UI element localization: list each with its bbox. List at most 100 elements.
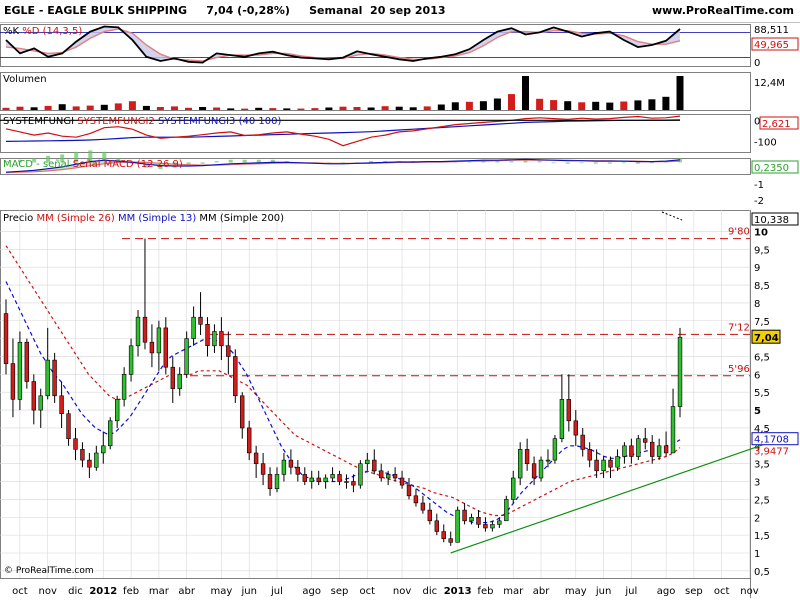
fungi-title-part: SYSTEMFUNGI	[3, 116, 77, 127]
chart-title: EGLE - EAGLE BULK SHIPPING 7,04 (-0,28%)…	[4, 4, 446, 17]
fungi-title-part: SYSTEMFUNGI2	[77, 116, 158, 127]
date-tick-label: nov	[393, 586, 411, 597]
candle-body	[87, 459, 92, 468]
date-tick-label: ago	[657, 586, 676, 597]
volume-bar	[550, 100, 558, 110]
fungi-tick-0: 0	[754, 116, 760, 127]
candle-body	[622, 445, 627, 457]
candle-body	[163, 327, 168, 368]
volume-bar	[578, 102, 586, 110]
candle-body	[267, 474, 273, 489]
candle-body	[392, 474, 398, 479]
volume-bar	[451, 102, 459, 110]
candle-body	[434, 520, 439, 532]
price-title-part: MM (Simple 26)	[36, 213, 117, 224]
volume-bar	[128, 101, 136, 110]
candle-body	[205, 323, 210, 346]
volume-bar	[2, 107, 10, 110]
macd-histogram-bar	[607, 162, 612, 164]
candle-body	[115, 399, 120, 422]
sma26-line	[5, 245, 681, 517]
volume-bar	[493, 98, 501, 110]
date-tick-label: oct	[12, 586, 28, 597]
candle-body	[642, 438, 648, 443]
candle-body	[483, 524, 488, 529]
volume-bar	[620, 101, 628, 110]
volume-bar	[142, 105, 150, 110]
macd-title-part: Señal MACD (12 26 9)	[73, 159, 183, 170]
candle-body	[66, 413, 71, 440]
stoch-last-d: 49,965	[754, 40, 789, 51]
volume-bar	[606, 102, 614, 110]
candle-body	[10, 363, 16, 400]
stoch-k-line	[5, 25, 681, 64]
candle-body	[253, 452, 259, 464]
date-tick-label: sep	[685, 586, 703, 597]
volume-bar	[648, 99, 656, 110]
candle-body	[406, 484, 412, 497]
volume-bar	[297, 108, 305, 110]
candle-body	[344, 481, 349, 483]
sma13-label: 4,1708	[754, 435, 789, 446]
volume-bar	[325, 107, 333, 110]
sma13-line	[5, 281, 681, 524]
price-tick-label: 2	[754, 513, 760, 524]
volume-bar	[381, 106, 389, 110]
candle-body	[497, 520, 502, 525]
volume-bar	[367, 107, 375, 110]
fungi-last: 2,621	[762, 119, 791, 130]
volume-bar	[353, 107, 361, 110]
candle-body	[524, 449, 530, 464]
volume-bar	[479, 101, 487, 110]
date-tick-label: feb	[123, 586, 139, 597]
macd-histogram-bar	[537, 161, 542, 163]
fungi-title: SYSTEMFUNGI SYSTEMFUNGI2 SYSTEMFUNGI3 (4…	[3, 116, 281, 127]
candle-body	[677, 336, 683, 407]
volume-bar	[409, 107, 417, 110]
candle-body	[413, 495, 419, 504]
sma26-label: 3,9477	[754, 447, 789, 458]
price-tick-label: 5,5	[754, 388, 770, 399]
copyright-text: © ProRealTime.com	[4, 566, 94, 576]
volume-bar	[114, 103, 122, 110]
price-title: Precio MM (Simple 26) MM (Simple 13) MM …	[3, 213, 284, 224]
date-tick-label: nov	[740, 586, 758, 597]
candle-body	[670, 406, 676, 454]
date-tick-label: dic	[423, 586, 438, 597]
macd-histogram-bar	[565, 162, 570, 164]
date-tick-label: sep	[331, 586, 349, 597]
candle-body	[288, 459, 294, 468]
fungi-tick-100: -100	[754, 137, 777, 148]
candle-body	[323, 477, 328, 482]
date-tick-label: oct	[360, 586, 376, 597]
date-tick-label: may	[565, 586, 587, 597]
candle-body	[38, 395, 43, 411]
date-tick-label: 2012	[89, 586, 117, 597]
volume-bar	[339, 106, 347, 110]
price-tick-label: 9	[754, 263, 760, 274]
candle-body	[198, 316, 203, 325]
macd-histogram-bar	[509, 161, 514, 163]
volume-bar	[58, 104, 66, 110]
candle-body	[59, 395, 64, 414]
candle-body	[372, 459, 377, 472]
date-tick-label: may	[211, 586, 233, 597]
macd-histogram-bar	[621, 162, 626, 164]
volume-bar	[395, 106, 403, 110]
price-tick-label: 6,5	[754, 352, 770, 363]
candle-body	[281, 459, 287, 475]
volume-bar	[16, 106, 24, 110]
macd-histogram-bar	[242, 159, 247, 163]
candle-body	[316, 477, 321, 482]
volume-bar	[508, 94, 515, 110]
candle-body	[3, 313, 9, 364]
macd-histogram-bar	[200, 162, 205, 164]
volume-last: 12,4M	[754, 78, 785, 89]
macd-histogram-bar	[551, 162, 556, 164]
candle-body	[108, 420, 113, 447]
volume-bar	[269, 108, 277, 110]
candle-body	[212, 331, 217, 347]
price-tick-label: 6	[754, 370, 760, 381]
price-tick-label: 10	[754, 227, 768, 238]
site-link[interactable]: www.ProRealTime.com	[652, 4, 794, 17]
